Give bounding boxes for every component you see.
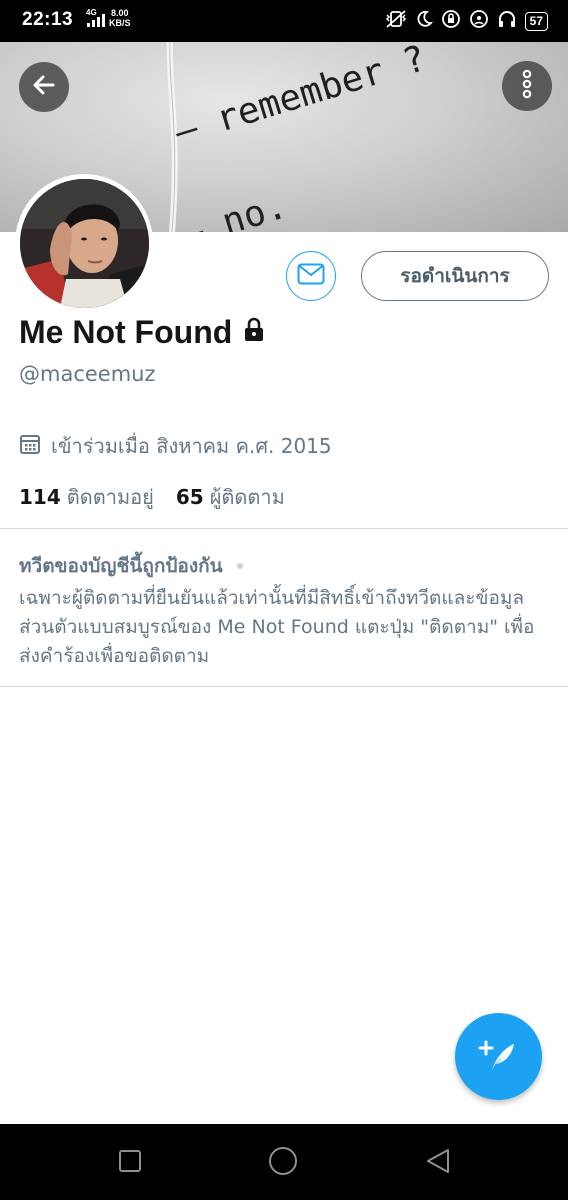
profile-name-row: Me Not Found [19, 314, 266, 351]
protected-notice-body: เฉพาะผู้ติดตามที่ยืนยันแล้วเท่านั้นที่มี… [19, 587, 535, 667]
more-vertical-icon [520, 69, 534, 103]
compose-feather-icon [478, 1034, 520, 1080]
speed-unit: KB/S [109, 18, 131, 28]
envelope-icon [297, 263, 325, 289]
status-time: 22:13 [22, 9, 74, 30]
system-navigation-bar [0, 1124, 568, 1200]
lock-rotation-icon [441, 9, 461, 34]
pending-follow-button[interactable]: รอดำเนินการ [361, 251, 549, 301]
protected-notice-title: ทวีตของบัญชีนี้ถูกป้องกัน [19, 555, 223, 577]
hotspot-icon [469, 9, 489, 34]
divider [0, 528, 568, 529]
battery-indicator: 57 [524, 12, 548, 31]
banner-text-line2: – no. [176, 185, 292, 232]
back-arrow-icon [31, 72, 57, 102]
lock-icon [242, 314, 266, 351]
avatar-image [19, 178, 149, 308]
square-icon [118, 1149, 142, 1177]
avatar[interactable] [15, 174, 153, 312]
followers-label: ผู้ติดตาม [209, 485, 285, 509]
followers-stat[interactable]: 65 ผู้ติดตาม [176, 481, 285, 513]
compose-tweet-button[interactable] [455, 1013, 542, 1100]
home-button[interactable] [267, 1145, 299, 1181]
network-speed: 8.00 KB/S [109, 8, 131, 28]
followers-count: 65 [175, 485, 204, 509]
triangle-back-icon [424, 1147, 452, 1179]
joined-date-row: เข้าร่วมเมื่อ สิงหาคม ค.ศ. 2015 [19, 430, 332, 462]
protected-notice-header: ทวีตของบัญชีนี้ถูกป้องกัน [19, 551, 549, 581]
headphones-icon [497, 9, 517, 34]
following-count: 114 [19, 485, 61, 509]
profile-handle: @maceemuz [19, 362, 156, 386]
divider [0, 686, 568, 687]
follow-stats: 114 ติดตามอยู่ 65 ผู้ติดตาม [19, 481, 285, 513]
vibrate-icon [385, 9, 407, 34]
circle-icon [267, 1145, 299, 1181]
speed-value: 8.00 [110, 8, 129, 18]
following-stat[interactable]: 114 ติดตามอยู่ [19, 481, 154, 513]
back-button[interactable] [19, 62, 69, 112]
recent-apps-button[interactable] [115, 1148, 145, 1178]
banner-text-line1: – remember ? [170, 42, 431, 154]
dot-icon [236, 563, 243, 569]
system-icons: 57 [385, 9, 548, 34]
message-button[interactable] [286, 251, 336, 301]
following-label: ติดตามอยู่ [66, 485, 154, 509]
network-type: 4G [86, 8, 97, 17]
more-options-button[interactable] [502, 61, 552, 111]
status-bar: 22:13 4G 8.00 KB/S 57 [0, 0, 568, 42]
joined-date-text: เข้าร่วมเมื่อ สิงหาคม ค.ศ. 2015 [51, 434, 332, 458]
back-nav-button[interactable] [423, 1148, 453, 1178]
moon-icon [415, 10, 433, 33]
calendar-icon [19, 433, 41, 460]
display-name: Me Not Found [19, 314, 233, 350]
protected-tweets-notice: ทวีตของบัญชีนี้ถูกป้องกัน เฉพาะผู้ติดตาม… [19, 551, 549, 671]
